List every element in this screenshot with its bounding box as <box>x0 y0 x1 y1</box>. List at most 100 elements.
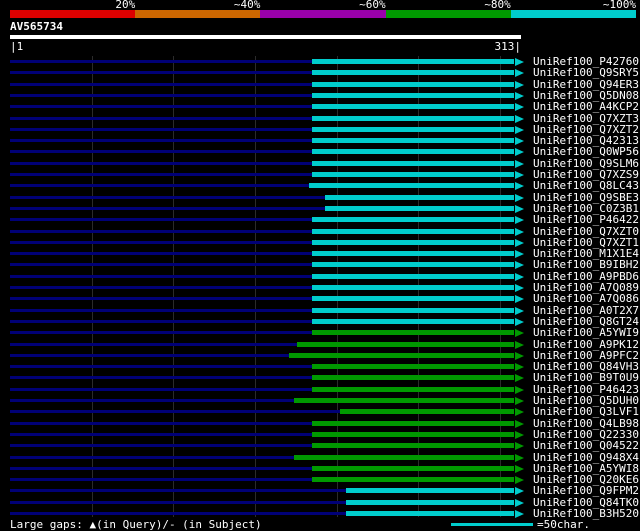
hit-bar[interactable] <box>346 500 514 505</box>
hit-arrow-icon[interactable] <box>515 329 524 337</box>
hit-bar[interactable] <box>312 466 514 471</box>
hit-arrow-icon[interactable] <box>515 216 524 224</box>
hit-bar[interactable] <box>312 229 514 234</box>
hit-bar[interactable] <box>312 251 514 256</box>
hit-arrow-icon[interactable] <box>515 284 524 292</box>
hit-arrow-icon[interactable] <box>515 228 524 236</box>
hit-arrow-icon[interactable] <box>515 397 524 405</box>
hit-arrow-icon[interactable] <box>515 160 524 168</box>
query-extent-line <box>10 444 312 447</box>
hit-label[interactable]: UniRef100_A5YWI9 <box>533 327 639 338</box>
hit-bar[interactable] <box>312 240 514 245</box>
hit-arrow-icon[interactable] <box>515 103 524 111</box>
hit-arrow-icon[interactable] <box>515 137 524 145</box>
hit-bar[interactable] <box>312 308 514 313</box>
hit-arrow-icon[interactable] <box>515 465 524 473</box>
hit-bar[interactable] <box>312 161 514 166</box>
hit-bar[interactable] <box>312 296 514 301</box>
hit-arrow-icon[interactable] <box>515 69 524 77</box>
hit-arrow-icon[interactable] <box>515 363 524 371</box>
hit-bar[interactable] <box>312 285 514 290</box>
hit-bar[interactable] <box>312 319 514 324</box>
hit-arrow-icon[interactable] <box>515 352 524 360</box>
hit-arrow-icon[interactable] <box>515 408 524 416</box>
hit-label[interactable]: UniRef100_A7Q086 <box>533 293 639 304</box>
hit-bar[interactable] <box>312 364 514 369</box>
hit-bar[interactable] <box>312 127 514 132</box>
hit-bar[interactable] <box>312 172 514 177</box>
hit-label[interactable]: UniRef100_Q9FPM2 <box>533 485 639 496</box>
hit-arrow-icon[interactable] <box>515 499 524 507</box>
hit-label[interactable]: UniRef100_Q3LVF1 <box>533 406 639 417</box>
hit-arrow-icon[interactable] <box>515 250 524 258</box>
hit-label[interactable]: UniRef100_B9IBH2 <box>533 259 639 270</box>
hit-arrow-icon[interactable] <box>515 171 524 179</box>
query-extent-line <box>10 410 340 413</box>
hit-bar[interactable] <box>294 398 514 403</box>
hit-arrow-icon[interactable] <box>515 148 524 156</box>
hit-bar[interactable] <box>346 488 514 493</box>
hit-arrow-icon[interactable] <box>515 420 524 428</box>
query-extent-line <box>10 489 346 492</box>
hit-bar[interactable] <box>312 82 514 87</box>
hit-bar[interactable] <box>294 455 514 460</box>
hit-label[interactable]: UniRef100_A4KCP2 <box>533 101 639 112</box>
hit-bar[interactable] <box>312 330 514 335</box>
hit-arrow-icon[interactable] <box>515 115 524 123</box>
hit-bar[interactable] <box>297 342 514 347</box>
hit-label[interactable]: UniRef100_B9T0U9 <box>533 372 639 383</box>
hit-bar[interactable] <box>340 409 514 414</box>
hit-arrow-icon[interactable] <box>515 126 524 134</box>
hit-label[interactable]: UniRef100_P46422 <box>533 214 639 225</box>
blast-alignment-overview: 20% ~40% ~60% ~80% ~100% AV565734 |1 313| Un… <box>0 0 640 531</box>
hit-bar[interactable] <box>312 443 514 448</box>
hit-arrow-icon[interactable] <box>515 182 524 190</box>
hit-arrow-icon[interactable] <box>515 261 524 269</box>
hit-arrow-icon[interactable] <box>515 307 524 315</box>
hit-arrow-icon[interactable] <box>515 239 524 247</box>
scale-ruler-line <box>451 523 533 526</box>
hit-bar[interactable] <box>346 511 514 516</box>
hit-arrow-icon[interactable] <box>515 386 524 394</box>
hit-arrow-icon[interactable] <box>515 273 524 281</box>
hit-arrow-icon[interactable] <box>515 510 524 518</box>
hit-arrow-icon[interactable] <box>515 194 524 202</box>
hit-bar[interactable] <box>289 353 514 358</box>
hit-arrow-icon[interactable] <box>515 318 524 326</box>
hit-bar[interactable] <box>312 432 514 437</box>
hit-arrow-icon[interactable] <box>515 476 524 484</box>
hit-bar[interactable] <box>312 262 514 267</box>
hit-label[interactable]: UniRef100_Q8LC43 <box>533 180 639 191</box>
hit-arrow-icon[interactable] <box>515 92 524 100</box>
hit-label[interactable]: UniRef100_Q9SRY5 <box>533 67 639 78</box>
hit-arrow-icon[interactable] <box>515 295 524 303</box>
hit-bar[interactable] <box>325 206 514 211</box>
hit-arrow-icon[interactable] <box>515 442 524 450</box>
hit-bar[interactable] <box>312 70 514 75</box>
hit-bar[interactable] <box>312 59 514 64</box>
hit-bar[interactable] <box>312 375 514 380</box>
hit-bar[interactable] <box>312 387 514 392</box>
hit-bar[interactable] <box>312 104 514 109</box>
hit-arrow-icon[interactable] <box>515 454 524 462</box>
hit-arrow-icon[interactable] <box>515 431 524 439</box>
hit-bar[interactable] <box>325 195 514 200</box>
hit-bar[interactable] <box>312 149 514 154</box>
hit-bar[interactable] <box>312 116 514 121</box>
query-extent-line <box>10 263 312 266</box>
hit-bar[interactable] <box>309 183 514 188</box>
hit-bar[interactable] <box>312 138 514 143</box>
hit-label[interactable]: UniRef100_Q0WP56 <box>533 146 639 157</box>
hit-arrow-icon[interactable] <box>515 205 524 213</box>
hit-arrow-icon[interactable] <box>515 81 524 89</box>
hit-bar[interactable] <box>312 93 514 98</box>
hit-bar[interactable] <box>312 217 514 222</box>
hit-bar[interactable] <box>312 477 514 482</box>
hit-bar[interactable] <box>312 421 514 426</box>
hit-arrow-icon[interactable] <box>515 487 524 495</box>
hit-label[interactable]: UniRef100_Q04522 <box>533 440 639 451</box>
hit-bar[interactable] <box>312 274 514 279</box>
hit-arrow-icon[interactable] <box>515 341 524 349</box>
hit-arrow-icon[interactable] <box>515 374 524 382</box>
hit-arrow-icon[interactable] <box>515 58 524 66</box>
